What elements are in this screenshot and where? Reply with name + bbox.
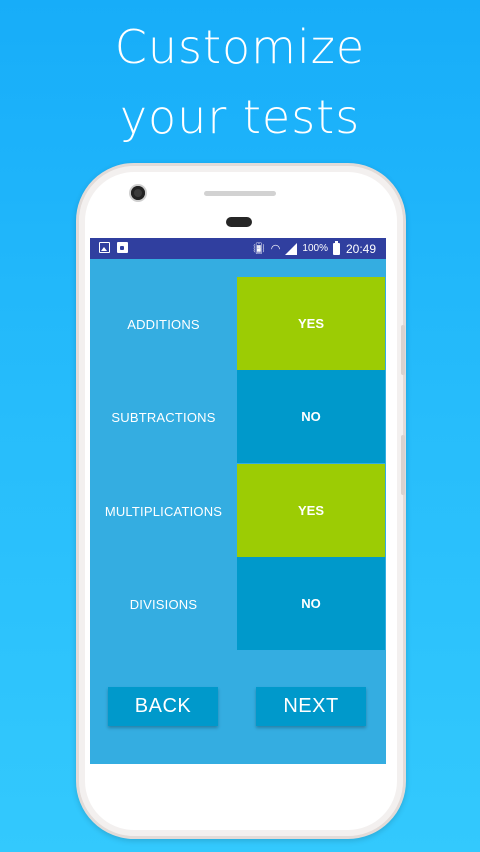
signal-icon [285, 242, 298, 255]
phone-volume-button [401, 435, 405, 495]
status-bar: 📳︎ ◠ 100% 20:49 [90, 238, 386, 259]
bag-icon [117, 242, 128, 253]
clock: 20:49 [345, 241, 376, 256]
label-subtractions: SUBTRACTIONS [111, 410, 216, 425]
vibrate-icon: 📳︎ [251, 242, 266, 255]
app-screen: 📳︎ ◠ 100% 20:49 ADDITIONS YES SUBTRACTIO… [90, 238, 386, 764]
phone-power-button [401, 325, 405, 375]
proximity-sensor [226, 217, 252, 227]
toggle-subtractions[interactable]: NO [237, 370, 385, 463]
front-camera [131, 186, 145, 200]
label-additions: ADDITIONS [127, 317, 200, 332]
headline-line-1: Customize [114, 20, 366, 74]
label-multiplications: MULTIPLICATIONS [104, 504, 223, 519]
toggle-additions[interactable]: YES [237, 277, 385, 370]
battery-percent: 100% [302, 243, 328, 254]
image-icon [99, 242, 110, 253]
wifi-icon: ◠ [270, 242, 281, 255]
back-button[interactable]: BACK [108, 687, 218, 726]
next-button[interactable]: NEXT [256, 687, 366, 726]
toggle-divisions[interactable]: NO [237, 557, 385, 650]
earpiece-speaker [204, 191, 276, 196]
headline-line-2: your tests [119, 90, 361, 144]
label-divisions: DIVISIONS [129, 597, 198, 612]
toggle-multiplications[interactable]: YES [237, 464, 385, 557]
battery-icon [332, 240, 340, 255]
